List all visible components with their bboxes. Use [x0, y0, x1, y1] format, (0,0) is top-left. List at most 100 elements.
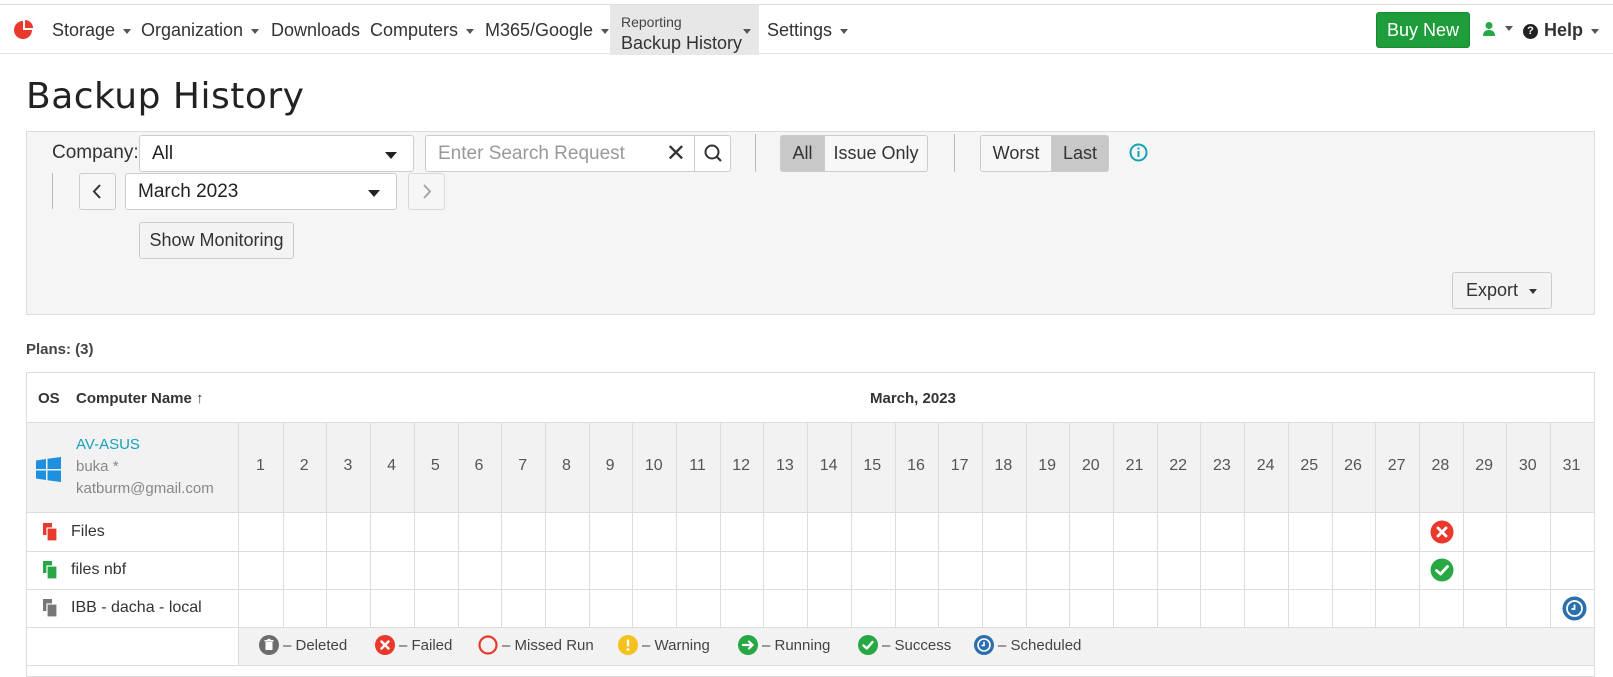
day-header: 28 — [1431, 457, 1450, 474]
nav-settings[interactable]: Settings — [767, 5, 849, 55]
divider — [27, 589, 1594, 590]
buy-new-button[interactable]: Buy New — [1376, 12, 1470, 48]
day-header: 1 — [256, 457, 265, 474]
next-month-button[interactable] — [408, 173, 445, 210]
worst-button[interactable]: Worst — [980, 135, 1052, 172]
divider — [954, 134, 955, 172]
last-button[interactable]: Last — [1051, 135, 1109, 172]
plan-name-files[interactable]: Files — [71, 523, 105, 541]
legend-running-label: – Running — [762, 637, 831, 654]
chevron-down-icon — [123, 28, 132, 34]
nav-m365-google[interactable]: M365/Google — [485, 5, 610, 55]
day-column-divider — [763, 423, 764, 627]
nav-storage-label: Storage — [52, 20, 116, 40]
company-select-value: All — [152, 143, 174, 164]
day-header: 15 — [863, 457, 882, 474]
missed-run-icon — [478, 634, 498, 655]
legend-warning-label: – Warning — [642, 637, 710, 654]
divider — [52, 173, 53, 209]
nav-computers[interactable]: Computers — [370, 5, 475, 55]
computer-name-link[interactable]: AV-ASUS — [76, 436, 140, 453]
day-column-divider — [632, 423, 633, 627]
divider — [755, 134, 756, 172]
day-column-divider — [720, 423, 721, 627]
divider — [27, 665, 1594, 666]
dropdown-arrow-icon — [368, 190, 380, 197]
scheduled-icon — [974, 634, 994, 655]
search-button[interactable] — [694, 135, 731, 172]
warning-icon — [618, 634, 638, 655]
nav-downloads[interactable]: Downloads — [271, 5, 360, 55]
chevron-left-icon — [92, 184, 101, 199]
clear-icon[interactable]: ✕ — [666, 136, 686, 171]
day-header: 16 — [907, 457, 925, 474]
day-column-divider — [895, 423, 896, 627]
export-button[interactable]: Export — [1452, 272, 1552, 309]
day-column-divider — [851, 423, 852, 627]
filter-issue-only-button[interactable]: Issue Only — [824, 135, 928, 172]
day-header: 17 — [950, 457, 969, 474]
column-header-computer-name[interactable]: Computer Name ↑ — [76, 390, 204, 407]
legend-running: – Running — [738, 634, 831, 655]
success-icon — [858, 634, 878, 655]
nav-storage[interactable]: Storage — [52, 5, 132, 55]
nav-reporting[interactable]: Reporting Backup History — [610, 5, 759, 55]
day-column-divider — [589, 423, 590, 627]
page-title: Backup History — [26, 76, 305, 117]
day-header: 7 — [518, 457, 528, 474]
files-plan-icon — [43, 523, 58, 542]
prev-month-button[interactable] — [79, 173, 116, 210]
search-placeholder: Enter Search Request — [438, 143, 625, 164]
column-header-os: OS — [38, 390, 60, 407]
nav-reporting-sublabel: Reporting — [621, 14, 682, 30]
app-logo-icon[interactable] — [12, 19, 34, 41]
day-header: 21 — [1125, 457, 1144, 474]
chevron-down-icon — [743, 29, 751, 34]
deleted-icon — [259, 634, 279, 655]
day-column-divider — [501, 423, 502, 627]
plan-name-ibb[interactable]: IBB - dacha - local — [71, 599, 202, 617]
scheduled-status-icon[interactable] — [1562, 596, 1587, 621]
nav-organization[interactable]: Organization — [141, 5, 260, 55]
user-menu[interactable] — [1482, 21, 1514, 42]
day-header: 20 — [1081, 457, 1100, 474]
day-column-divider — [414, 423, 415, 627]
legend-failed: – Failed — [375, 634, 452, 655]
info-icon[interactable] — [1129, 143, 1148, 162]
day-header: 23 — [1212, 457, 1231, 474]
day-header: 29 — [1475, 457, 1493, 474]
company-select[interactable]: All — [139, 135, 414, 172]
day-column-divider — [1200, 423, 1201, 627]
day-header: 10 — [644, 457, 663, 474]
divider — [27, 551, 1594, 552]
day-header: 30 — [1518, 457, 1537, 474]
day-column-divider — [1244, 423, 1245, 627]
failed-status-icon[interactable] — [1430, 520, 1454, 544]
day-column-divider — [938, 423, 939, 627]
day-column-divider — [1375, 423, 1376, 627]
top-navbar: Storage Organization Downloads Computers… — [0, 4, 1613, 55]
nav-organization-label: Organization — [141, 20, 244, 40]
legend-missed-label: – Missed Run — [502, 637, 594, 654]
day-header: 12 — [732, 457, 751, 474]
nav-computers-label: Computers — [370, 20, 459, 40]
search-input[interactable]: Enter Search Request ✕ — [425, 135, 695, 172]
help-menu[interactable]: ? Help — [1523, 5, 1600, 55]
plan-name-files-nbf[interactable]: files nbf — [71, 561, 126, 579]
question-icon: ? — [1523, 24, 1538, 39]
chevron-down-icon — [1505, 26, 1514, 31]
day-column-divider — [283, 423, 284, 627]
filter-all-button[interactable]: All — [780, 135, 825, 172]
legend-missed-run: – Missed Run — [478, 634, 594, 655]
show-monitoring-button[interactable]: Show Monitoring — [139, 222, 294, 259]
files-plan-icon — [43, 561, 58, 580]
export-label: Export — [1466, 280, 1519, 300]
month-select[interactable]: March 2023 — [125, 173, 397, 210]
day-header: 8 — [561, 457, 571, 474]
day-header: 24 — [1256, 457, 1275, 474]
nav-settings-label: Settings — [767, 20, 833, 40]
success-status-icon[interactable] — [1430, 558, 1454, 582]
divider — [27, 627, 1594, 628]
day-header: 27 — [1387, 457, 1406, 474]
divider — [27, 512, 1594, 513]
